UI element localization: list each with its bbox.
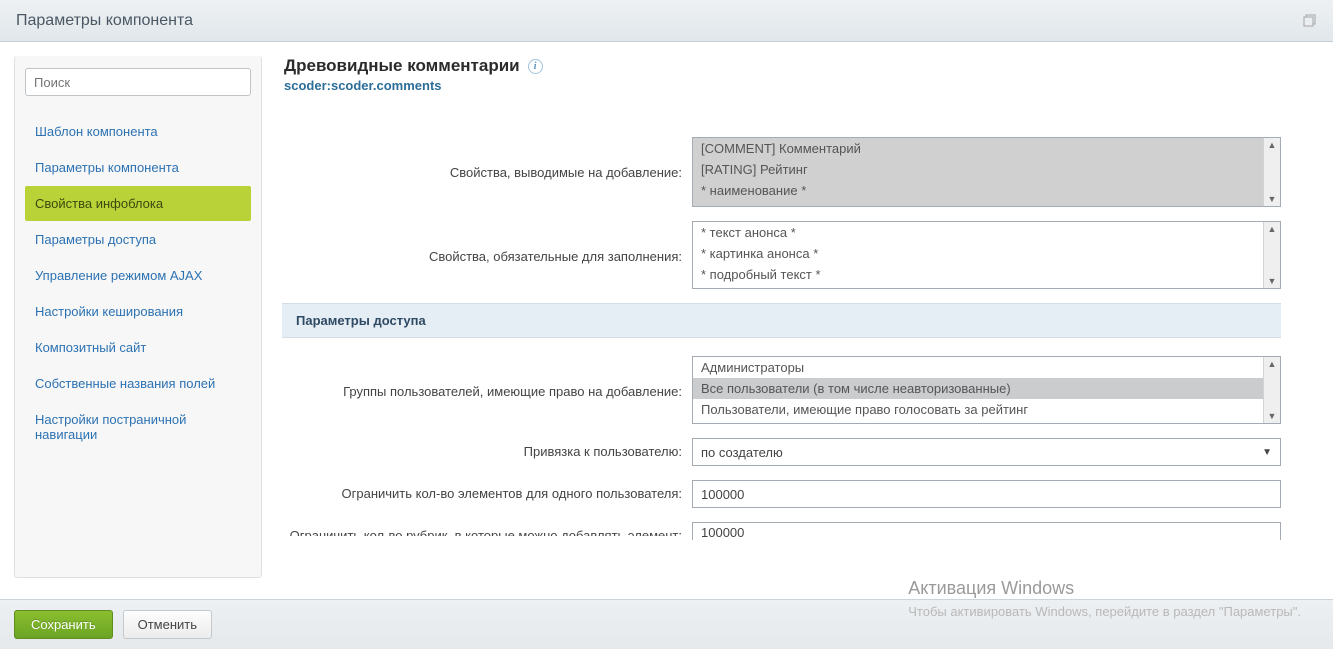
sidebar-item-access-params[interactable]: Параметры доступа: [25, 222, 251, 257]
option[interactable]: Пользователи, имеющие право голосовать з…: [693, 399, 1280, 420]
sidebar-item-component-params[interactable]: Параметры компонента: [25, 150, 251, 185]
row-user-groups: Группы пользователей, имеющие право на д…: [284, 356, 1333, 424]
scroll-up-icon[interactable]: ▲: [1268, 357, 1277, 371]
select-required-props[interactable]: * текст анонса * * картинка анонса * * п…: [692, 221, 1281, 289]
sidebar-item-caching[interactable]: Настройки кеширования: [25, 294, 251, 329]
label-max-sections: Ограничить кол-во рубрик, в которые можн…: [284, 522, 692, 536]
option[interactable]: [RATING] Рейтинг: [693, 159, 1280, 180]
row-max-elements: Ограничить кол-во элементов для одного п…: [284, 480, 1333, 508]
label-user-groups: Группы пользователей, имеющие право на д…: [284, 356, 692, 399]
select-user-groups[interactable]: Администраторы Все пользователи (в том ч…: [692, 356, 1281, 424]
content-title: Древовидные комментарии: [284, 56, 520, 76]
form-area: Свойства, выводимые на добавление: [COMM…: [284, 137, 1333, 540]
option[interactable]: * картинка анонса *: [693, 243, 1280, 264]
sidebar-item-iblock-props[interactable]: Свойства инфоблока: [25, 186, 251, 221]
header-bar: Параметры компонента: [0, 0, 1333, 42]
scroll-up-icon[interactable]: ▲: [1268, 222, 1277, 236]
chevron-down-icon: ▼: [1262, 447, 1272, 458]
label-max-elements: Ограничить кол-во элементов для одного п…: [284, 480, 692, 501]
scroll-down-icon[interactable]: ▼: [1268, 409, 1277, 423]
search-input[interactable]: [25, 68, 251, 96]
label-add-props: Свойства, выводимые на добавление:: [284, 137, 692, 180]
save-button[interactable]: Сохранить: [14, 610, 113, 639]
scrollbar[interactable]: ▲▼: [1263, 222, 1280, 288]
scrollbar[interactable]: ▲▼: [1263, 138, 1280, 206]
section-access-header: Параметры доступа: [282, 303, 1281, 338]
sidebar-item-composite[interactable]: Композитный сайт: [25, 330, 251, 365]
row-required-props: Свойства, обязательные для заполнения: *…: [284, 221, 1333, 289]
option[interactable]: * подробный текст *: [693, 264, 1280, 285]
restore-window-icon[interactable]: [1303, 14, 1317, 28]
scroll-up-icon[interactable]: ▲: [1268, 138, 1277, 152]
row-max-sections: Ограничить кол-во рубрик, в которые можн…: [284, 522, 1333, 540]
info-icon[interactable]: i: [528, 59, 543, 74]
sidebar: Шаблон компонента Параметры компонента С…: [14, 56, 262, 578]
sidebar-item-template[interactable]: Шаблон компонента: [25, 114, 251, 149]
content: Древовидные комментарии i scoder:scoder.…: [262, 42, 1333, 590]
sidebar-item-pagination[interactable]: Настройки постраничной навигации: [25, 402, 251, 452]
row-user-binding: Привязка к пользователю: по создателю ▼: [284, 438, 1333, 466]
dropdown-user-binding[interactable]: по создателю ▼: [692, 438, 1281, 466]
option[interactable]: Администраторы: [693, 357, 1280, 378]
sidebar-item-ajax[interactable]: Управление режимом AJAX: [25, 258, 251, 293]
cancel-button[interactable]: Отменить: [123, 610, 212, 639]
sidebar-item-custom-names[interactable]: Собственные названия полей: [25, 366, 251, 401]
option[interactable]: * текст анонса *: [693, 222, 1280, 243]
row-add-props: Свойства, выводимые на добавление: [COMM…: [284, 137, 1333, 207]
input-max-sections[interactable]: [692, 522, 1281, 540]
option[interactable]: * наименование *: [693, 180, 1280, 201]
option[interactable]: Все пользователи (в том числе неавторизо…: [693, 378, 1280, 399]
option[interactable]: [COMMENT] Комментарий: [693, 138, 1280, 159]
scroll-down-icon[interactable]: ▼: [1268, 274, 1277, 288]
label-required-props: Свойства, обязательные для заполнения:: [284, 221, 692, 264]
main-layout: Шаблон компонента Параметры компонента С…: [0, 42, 1333, 590]
label-user-binding: Привязка к пользователю:: [284, 438, 692, 459]
header-title: Параметры компонента: [16, 12, 193, 30]
scroll-down-icon[interactable]: ▼: [1268, 192, 1277, 206]
content-title-row: Древовидные комментарии i: [284, 56, 1333, 76]
content-subtitle: scoder:scoder.comments: [284, 78, 1333, 93]
dropdown-value: по создателю: [701, 445, 783, 460]
select-add-props[interactable]: [COMMENT] Комментарий [RATING] Рейтинг *…: [692, 137, 1281, 207]
scrollbar[interactable]: ▲▼: [1263, 357, 1280, 423]
input-max-elements[interactable]: [692, 480, 1281, 508]
footer: Сохранить Отменить: [0, 599, 1333, 649]
